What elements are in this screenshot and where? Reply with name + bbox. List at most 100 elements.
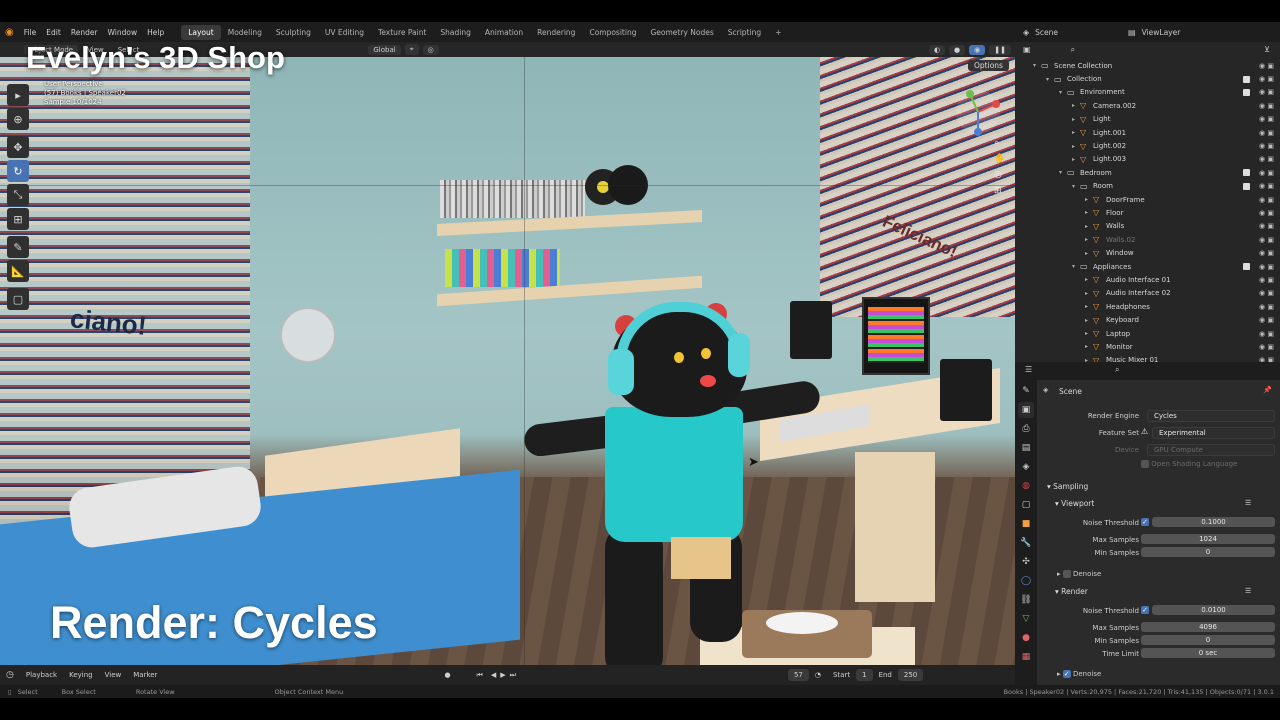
move-tool-icon[interactable]: ✥: [7, 136, 29, 158]
outliner-item[interactable]: ▾ ▭ Room ◉ ▣: [1015, 180, 1280, 193]
outliner-item[interactable]: ▸ ▽ Floor ◉ ▣: [1015, 206, 1280, 219]
outliner-item[interactable]: ▾ ▭ Bedroom ◉ ▣: [1015, 166, 1280, 179]
pin-icon[interactable]: 📌: [1263, 386, 1272, 394]
outliner-item[interactable]: ▸ ▽ Walls.02 ◉ ▣: [1015, 233, 1280, 246]
visibility-eye-icon[interactable]: ◉ ▣: [1259, 330, 1274, 338]
collapsed-arrow-icon[interactable]: ▸: [1085, 343, 1093, 350]
list-icon[interactable]: ☰: [1245, 499, 1251, 507]
vp-denoise-subsection[interactable]: ▸ Denoise: [1057, 570, 1101, 578]
collapsed-arrow-icon[interactable]: ▸: [1085, 196, 1093, 203]
orientation-dropdown[interactable]: Global: [368, 44, 401, 55]
outliner-item[interactable]: ▸ ▽ Audio Interface 02 ◉ ▣: [1015, 287, 1280, 300]
outliner-item[interactable]: ▸ ▽ DoorFrame ◉ ▣: [1015, 193, 1280, 206]
material-tab-icon[interactable]: ●: [1018, 630, 1034, 646]
visibility-eye-icon[interactable]: ◉ ▣: [1259, 102, 1274, 110]
add-cube-tool-icon[interactable]: ▢: [7, 288, 29, 310]
constraints-tab-icon[interactable]: ⛓: [1018, 592, 1034, 608]
r-min-samples-field[interactable]: 0: [1141, 635, 1275, 645]
menu-help[interactable]: Help: [142, 28, 169, 37]
visibility-eye-icon[interactable]: ◉ ▣: [1259, 75, 1274, 83]
visibility-eye-icon[interactable]: ◉ ▣: [1259, 249, 1274, 257]
outliner-item[interactable]: ▸ ▽ Keyboard ◉ ▣: [1015, 313, 1280, 326]
time-limit-field[interactable]: 0 sec: [1141, 648, 1275, 658]
outliner-item[interactable]: ▸ ▽ Light ◉ ▣: [1015, 113, 1280, 126]
outliner-item[interactable]: ▸ ▽ Light.003 ◉ ▣: [1015, 153, 1280, 166]
expand-arrow-icon[interactable]: ▾: [1072, 183, 1080, 190]
3d-viewport[interactable]: ciano! Feliciano! ➤: [0, 57, 1015, 665]
expand-arrow-icon[interactable]: ▾: [1033, 62, 1041, 69]
visibility-eye-icon[interactable]: ◉ ▣: [1259, 222, 1274, 230]
expand-arrow-icon[interactable]: ▾: [1059, 89, 1067, 96]
current-frame-field[interactable]: 57: [787, 669, 809, 681]
outliner-item[interactable]: ▸ ▽ Light.002 ◉ ▣: [1015, 139, 1280, 152]
properties-editor-icon[interactable]: ☰: [1025, 365, 1032, 374]
collapsed-arrow-icon[interactable]: ▸: [1085, 330, 1093, 337]
pan-hand-icon[interactable]: ✋: [994, 154, 1008, 164]
menu-edit[interactable]: Edit: [41, 28, 66, 37]
cursor-tool-icon[interactable]: ⊕: [7, 108, 29, 130]
vp-noise-threshold-field[interactable]: 0.1000: [1152, 517, 1275, 527]
visibility-eye-icon[interactable]: ◉ ▣: [1259, 276, 1274, 284]
outliner-item[interactable]: ▾ ▭ Scene Collection ◉ ▣: [1015, 59, 1280, 72]
end-frame-field[interactable]: 250: [897, 669, 924, 681]
timeline-editor-icon[interactable]: ◷: [0, 670, 20, 680]
select-tool-icon[interactable]: ▸: [7, 84, 29, 106]
view-layer-icon[interactable]: ▤: [1128, 28, 1136, 37]
physics-tab-icon[interactable]: ◯: [1018, 573, 1034, 589]
visibility-eye-icon[interactable]: ◉ ▣: [1259, 142, 1274, 150]
object-tab-icon[interactable]: ■: [1018, 516, 1034, 532]
collapsed-arrow-icon[interactable]: ▸: [1072, 143, 1080, 150]
outliner-item[interactable]: ▸ ▽ Music Mixer 01 ◉ ▣: [1015, 354, 1280, 362]
visibility-eye-icon[interactable]: ◉ ▣: [1259, 182, 1274, 190]
r-denoise-subsection[interactable]: ▸ ✓ Denoise: [1057, 670, 1101, 678]
collapsed-arrow-icon[interactable]: ▸: [1072, 116, 1080, 123]
render-tab-icon[interactable]: ▣: [1018, 402, 1034, 418]
tab-rendering[interactable]: Rendering: [530, 25, 582, 40]
outliner-item[interactable]: ▾ ▭ Appliances ◉ ▣: [1015, 260, 1280, 273]
record-button-icon[interactable]: ●: [438, 671, 456, 679]
world-tab-icon[interactable]: ◍: [1018, 478, 1034, 494]
r-max-samples-field[interactable]: 4096: [1141, 622, 1275, 632]
r-noise-threshold-checkbox[interactable]: ✓: [1141, 606, 1149, 614]
r-noise-threshold-field[interactable]: 0.0100: [1152, 605, 1275, 615]
proportional-edit-icon[interactable]: ◎: [422, 44, 439, 55]
menu-window[interactable]: Window: [103, 28, 143, 37]
marker-menu[interactable]: Marker: [127, 671, 163, 679]
outliner-item[interactable]: ▸ ▽ Walls ◉ ▣: [1015, 220, 1280, 233]
timeline-view-menu[interactable]: View: [99, 671, 128, 679]
visibility-eye-icon[interactable]: ◉ ▣: [1259, 62, 1274, 70]
feature-set-dropdown[interactable]: Experimental: [1152, 427, 1275, 439]
visibility-eye-icon[interactable]: ◉ ▣: [1259, 169, 1274, 177]
vp-min-samples-field[interactable]: 0: [1141, 547, 1275, 557]
render-subsection[interactable]: ▾ Render: [1055, 587, 1088, 596]
view-layer-name[interactable]: ViewLayer: [1142, 28, 1181, 37]
tab-compositing[interactable]: Compositing: [582, 25, 643, 40]
outliner-item[interactable]: ▾ ▭ Collection ◉ ▣: [1015, 72, 1280, 85]
osl-checkbox[interactable]: Open Shading Language: [1141, 460, 1237, 468]
tab-uv-editing[interactable]: UV Editing: [318, 25, 371, 40]
exclude-checkbox[interactable]: [1243, 75, 1250, 83]
outliner-item[interactable]: ▸ ▽ Window ◉ ▣: [1015, 246, 1280, 259]
start-frame-field[interactable]: 1: [856, 669, 873, 681]
visibility-eye-icon[interactable]: ◉ ▣: [1259, 236, 1274, 244]
texture-tab-icon[interactable]: ▦: [1018, 649, 1034, 665]
visibility-eye-icon[interactable]: ◉ ▣: [1259, 196, 1274, 204]
properties-search-icon[interactable]: ⌕: [1115, 365, 1119, 375]
sampling-section[interactable]: ▾ Sampling: [1047, 482, 1088, 491]
view-layer-tab-icon[interactable]: ▤: [1018, 440, 1034, 456]
visibility-eye-icon[interactable]: ◉ ▣: [1259, 303, 1274, 311]
collapsed-arrow-icon[interactable]: ▸: [1085, 250, 1093, 257]
render-engine-dropdown[interactable]: Cycles: [1147, 410, 1275, 422]
measure-tool-icon[interactable]: 📐: [7, 260, 29, 282]
visibility-eye-icon[interactable]: ◉ ▣: [1259, 343, 1274, 351]
search-icon[interactable]: ⌕: [1071, 45, 1075, 55]
display-mode-icon[interactable]: ▣: [1023, 45, 1031, 54]
device-dropdown[interactable]: GPU Compute: [1147, 444, 1275, 456]
collapsed-arrow-icon[interactable]: ▸: [1085, 303, 1093, 310]
outliner-item[interactable]: ▸ ▽ Headphones ◉ ▣: [1015, 300, 1280, 313]
play-icon[interactable]: ▶: [498, 671, 507, 679]
collapsed-arrow-icon[interactable]: ▸: [1085, 223, 1093, 230]
tool-tab-icon[interactable]: ✎: [1018, 383, 1034, 399]
pause-icon[interactable]: ❚❚: [989, 44, 1011, 55]
visibility-eye-icon[interactable]: ◉ ▣: [1259, 88, 1274, 96]
